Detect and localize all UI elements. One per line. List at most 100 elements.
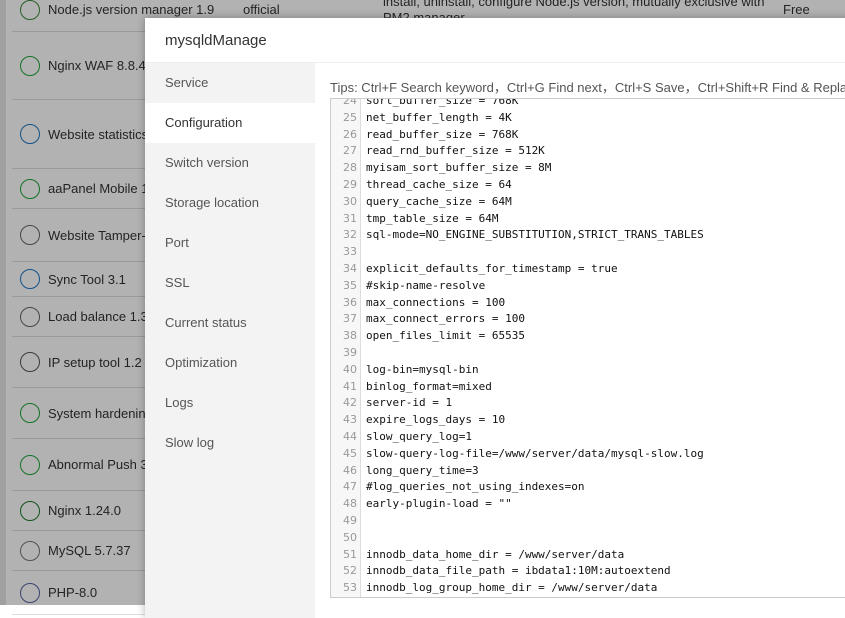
code-line: 28 myisam_sort_buffer_size = 8M	[331, 160, 845, 177]
line-text: expire_logs_days = 10	[366, 413, 506, 427]
code-line: 50	[331, 530, 845, 547]
menu-item-logs[interactable]: Logs	[145, 383, 315, 423]
line-number: 54	[331, 597, 361, 598]
line-number: 52	[343, 564, 357, 578]
code-line: 43 expire_logs_days = 10	[331, 412, 845, 429]
menu-item-optimization[interactable]: Optimization	[145, 343, 315, 383]
line-text	[361, 345, 366, 362]
code-line: 53 innodb_log_group_home_dir = /www/serve…	[331, 580, 845, 597]
code-line: 47 #log_queries_not_using_indexes=on	[331, 479, 845, 496]
line-number: 48	[343, 497, 357, 511]
code-line: 32 sql-mode=NO_ENGINE_SUBSTITUTION,STRICT…	[331, 227, 845, 244]
dialog-side-menu: Service Configuration Switch version Storag…	[145, 63, 315, 618]
line-number: 35	[343, 278, 357, 292]
line-text: max_connect_errors = 100	[366, 312, 525, 326]
line-text: myisam_sort_buffer_size = 8M	[366, 161, 552, 175]
line-text: max_connections = 100	[366, 295, 506, 309]
line-text: slow_query_log=1	[366, 429, 472, 443]
line-number: 37	[343, 312, 357, 326]
line-number: 27	[343, 144, 357, 158]
code-line: 49	[331, 513, 845, 530]
line-text	[361, 513, 366, 530]
code-line: 29 thread_cache_size = 64	[331, 177, 845, 194]
code-line: 33	[331, 244, 845, 261]
line-number: 34	[343, 261, 357, 275]
code-line: 40 log-bin=mysql-bin	[331, 362, 845, 379]
line-text: long_query_time=3	[366, 463, 479, 477]
line-text: binlog_format=mixed	[366, 379, 492, 393]
line-number: 45	[343, 446, 357, 460]
line-text: #skip-name-resolve	[366, 278, 486, 292]
line-text	[361, 530, 366, 547]
menu-item-slow-log[interactable]: Slow log	[145, 423, 315, 463]
line-text: explicit_defaults_for_timestamp = true	[366, 261, 618, 275]
code-line: 24 sort_buffer_size = 768K	[331, 98, 845, 110]
code-line: 31 tmp_table_size = 64M	[331, 211, 845, 228]
line-number: 40	[343, 362, 357, 376]
line-text: tmp_table_size = 64M	[366, 211, 499, 225]
line-number: 50	[343, 530, 357, 544]
line-number: 43	[343, 413, 357, 427]
code-line: 52 innodb_data_file_path = ibdata1:10M:au…	[331, 563, 845, 580]
menu-item-service[interactable]: Service	[145, 63, 315, 103]
code-line: 25 net_buffer_length = 4K	[331, 110, 845, 127]
line-text: innodb_buffer_pool_size = 256M	[361, 597, 565, 598]
menu-item-storage-location[interactable]: Storage location	[145, 183, 315, 223]
code-line: 37 max_connect_errors = 100	[331, 311, 845, 328]
line-number: 41	[343, 379, 357, 393]
line-number: 42	[343, 396, 357, 410]
line-number: 39	[343, 345, 357, 359]
code-line: 35 #skip-name-resolve	[331, 278, 845, 295]
line-text: read_buffer_size = 768K	[366, 127, 519, 141]
line-number: 30	[343, 194, 357, 208]
code-line: 46 long_query_time=3	[331, 463, 845, 480]
menu-item-switch-version[interactable]: Switch version	[145, 143, 315, 183]
line-number: 38	[343, 329, 357, 343]
line-text: net_buffer_length = 4K	[366, 110, 512, 124]
line-number: 24	[343, 98, 357, 107]
code-line: 42 server-id = 1	[331, 395, 845, 412]
line-text: read_rnd_buffer_size = 512K	[366, 144, 545, 158]
code-line: 34 explicit_defaults_for_timestamp = true	[331, 261, 845, 278]
line-number: 51	[343, 547, 357, 561]
mysqld-manage-dialog: mysqldManage Service Configuration Switch …	[145, 18, 845, 618]
line-text: slow-query-log-file=/www/server/data/mys…	[366, 446, 704, 460]
code-line: 45 slow-query-log-file=/www/server/data/m…	[331, 446, 845, 463]
line-number: 26	[343, 127, 357, 141]
line-text	[361, 244, 366, 261]
line-text: innodb_data_file_path = ibdata1:10M:auto…	[366, 564, 671, 578]
line-text: early-plugin-load = ""	[366, 497, 512, 511]
code-line: 38 open_files_limit = 65535	[331, 328, 845, 345]
dialog-title: mysqldManage	[145, 18, 845, 63]
menu-item-configuration[interactable]: Configuration	[145, 103, 315, 143]
line-text: sort_buffer_size = 768K	[366, 98, 519, 107]
line-number: 53	[343, 581, 357, 595]
menu-item-current-status[interactable]: Current status	[145, 303, 315, 343]
code-line: 39	[331, 345, 845, 362]
line-text: log-bin=mysql-bin	[366, 362, 479, 376]
configuration-panel: Tips: Ctrl+F Search keyword，Ctrl+G Find …	[315, 63, 845, 618]
line-number: 36	[343, 295, 357, 309]
line-text: server-id = 1	[366, 396, 453, 410]
code-line: 54innodb_buffer_pool_size = 256M	[331, 597, 845, 598]
code-line: 48 early-plugin-load = ""	[331, 496, 845, 513]
line-number: 25	[343, 110, 357, 124]
code-line: 44 slow_query_log=1	[331, 429, 845, 446]
line-number: 49	[343, 513, 357, 527]
code-line: 30 query_cache_size = 64M	[331, 194, 845, 211]
line-text: query_cache_size = 64M	[366, 194, 512, 208]
line-number: 46	[343, 463, 357, 477]
line-text: open_files_limit = 65535	[366, 329, 525, 343]
line-text: thread_cache_size = 64	[366, 177, 512, 191]
line-number: 29	[343, 177, 357, 191]
line-number: 28	[343, 161, 357, 175]
menu-item-port[interactable]: Port	[145, 223, 315, 263]
line-number: 44	[343, 429, 357, 443]
config-editor[interactable]: 24 sort_buffer_size = 768K 25 net_buffer_le…	[330, 98, 845, 598]
line-number: 31	[343, 211, 357, 225]
menu-item-ssl[interactable]: SSL	[145, 263, 315, 303]
line-text: innodb_log_group_home_dir = /www/server/…	[366, 581, 658, 595]
line-number: 47	[343, 480, 357, 494]
line-text: innodb_data_home_dir = /www/server/data	[366, 547, 625, 561]
line-number: 32	[343, 228, 357, 242]
